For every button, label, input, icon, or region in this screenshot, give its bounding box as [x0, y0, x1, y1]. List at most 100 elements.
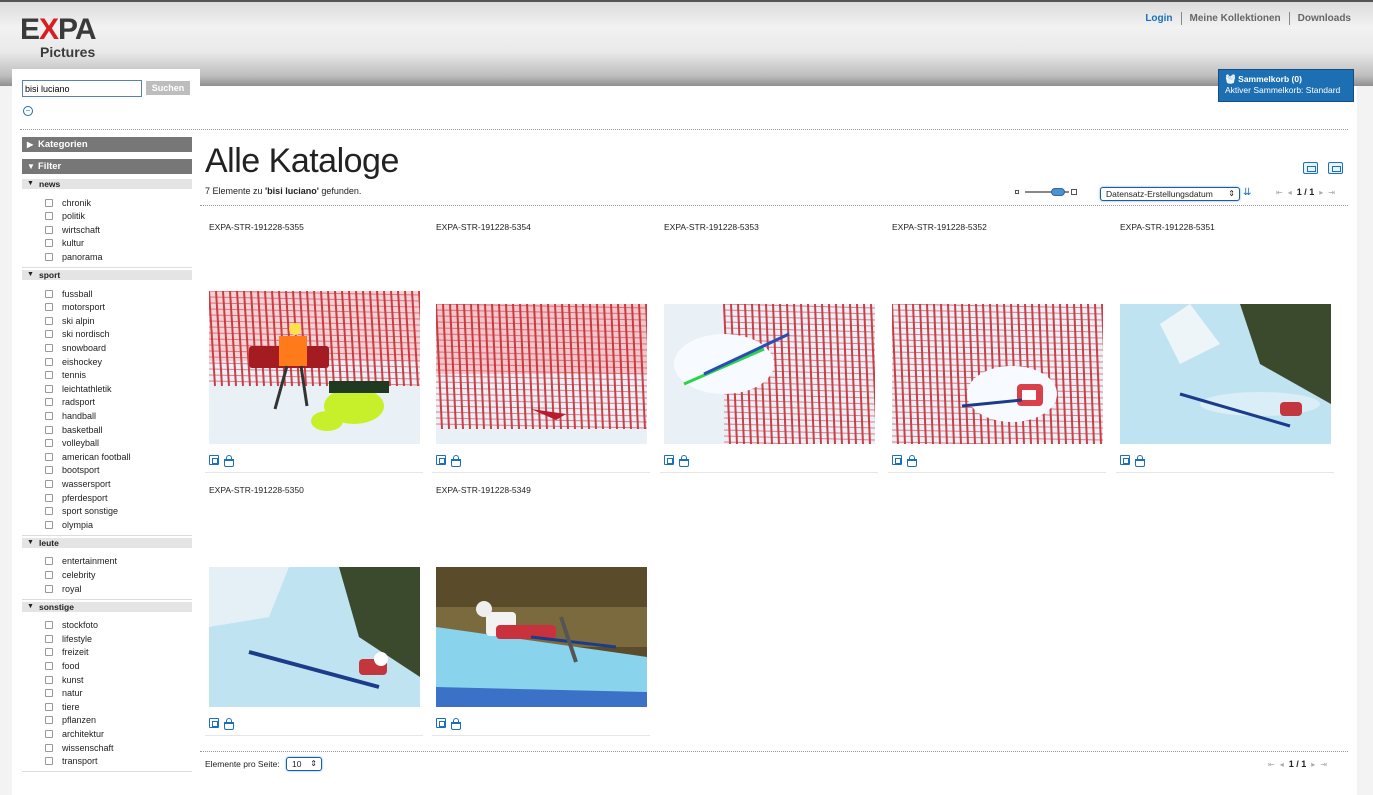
filter-item-chronik[interactable]: chronik	[45, 196, 91, 209]
filter-checkbox[interactable]	[45, 716, 53, 725]
first-page-icon[interactable]: ⇤	[1276, 188, 1283, 197]
filter-checkbox[interactable]	[45, 252, 53, 261]
filter-checkbox[interactable]	[45, 212, 53, 221]
preview-icon[interactable]	[436, 718, 446, 728]
add-to-cart-icon[interactable]	[906, 455, 917, 467]
filter-checkbox[interactable]	[45, 225, 53, 234]
filter-item-panorama[interactable]: panorama	[45, 250, 103, 263]
filter-item-royal[interactable]: royal	[45, 582, 82, 595]
add-all-to-cart-icon[interactable]	[1328, 162, 1343, 174]
add-to-cart-icon[interactable]	[678, 455, 689, 467]
filter-checkbox[interactable]	[45, 357, 53, 366]
filter-item-olympia[interactable]: olympia	[45, 518, 93, 531]
next-page-icon[interactable]: ▸	[1319, 188, 1323, 197]
result-id[interactable]: EXPA-STR-191228-5354	[436, 222, 531, 232]
add-to-cart-icon[interactable]	[223, 455, 234, 467]
filter-checkbox[interactable]	[45, 425, 53, 434]
my-collections-link[interactable]: Meine Kollektionen	[1180, 12, 1289, 25]
filter-checkbox[interactable]	[45, 384, 53, 393]
result-card[interactable]: EXPA-STR-191228-5354	[432, 222, 650, 484]
filter-checkbox[interactable]	[45, 729, 53, 738]
filter-checkbox[interactable]	[45, 570, 53, 579]
result-id[interactable]: EXPA-STR-191228-5352	[892, 222, 987, 232]
result-card[interactable]: EXPA-STR-191228-5349	[432, 485, 650, 747]
filter-item-entertainment[interactable]: entertainment	[45, 555, 117, 568]
first-page-icon[interactable]: ⇤	[1268, 760, 1275, 769]
preview-icon[interactable]	[664, 455, 674, 465]
filter-item-bootsport[interactable]: bootsport	[45, 464, 100, 477]
result-card[interactable]: EXPA-STR-191228-5350	[205, 485, 423, 747]
add-to-collection-icon[interactable]	[1303, 162, 1318, 174]
result-thumbnail[interactable]	[892, 304, 1103, 444]
filter-group-sport[interactable]: ▼ sport	[22, 270, 192, 280]
filter-item-american-football[interactable]: american football	[45, 450, 131, 463]
filter-checkbox[interactable]	[45, 757, 53, 766]
preview-icon[interactable]	[1120, 455, 1130, 465]
filter-checkbox[interactable]	[45, 634, 53, 643]
add-to-cart-icon[interactable]	[1134, 455, 1145, 467]
filter-item-snowboard[interactable]: snowboard	[45, 341, 106, 354]
search-button[interactable]: Suchen	[146, 81, 190, 95]
result-thumbnail[interactable]	[209, 567, 420, 707]
filter-checkbox[interactable]	[45, 675, 53, 684]
result-card[interactable]: EXPA-STR-191228-5352	[888, 222, 1106, 484]
result-thumbnail[interactable]	[436, 304, 647, 444]
last-page-icon[interactable]: ⇥	[1320, 760, 1327, 769]
filter-checkbox[interactable]	[45, 289, 53, 298]
prev-page-icon[interactable]: ◂	[1288, 188, 1292, 197]
filter-item-politik[interactable]: politik	[45, 210, 85, 223]
filter-checkbox[interactable]	[45, 371, 53, 380]
downloads-link[interactable]: Downloads	[1288, 12, 1359, 25]
filter-checkbox[interactable]	[45, 507, 53, 516]
filter-header[interactable]: ▼ Filter	[22, 159, 192, 174]
search-input[interactable]	[22, 80, 142, 97]
filter-item-wirtschaft[interactable]: wirtschaft	[45, 223, 100, 236]
filter-item-wissenschaft[interactable]: wissenschaft	[45, 741, 114, 754]
expa-logo[interactable]: EXPA Pictures	[20, 14, 112, 62]
sort-direction-icon[interactable]: ⇊	[1243, 187, 1251, 198]
filter-item-volleyball[interactable]: volleyball	[45, 437, 99, 450]
filter-group-leute[interactable]: ▼ leute	[22, 537, 192, 548]
filter-checkbox[interactable]	[45, 648, 53, 657]
result-card[interactable]: EXPA-STR-191228-5355	[205, 222, 423, 484]
result-thumbnail[interactable]	[1120, 304, 1331, 444]
filter-checkbox[interactable]	[45, 239, 53, 248]
cart-box[interactable]: 🧺︎ Sammelkorb (0) Aktiver Sammelkorb: St…	[1218, 69, 1354, 102]
result-thumbnail[interactable]	[436, 567, 647, 707]
result-id[interactable]: EXPA-STR-191228-5353	[664, 222, 759, 232]
filter-checkbox[interactable]	[45, 411, 53, 420]
filter-checkbox[interactable]	[45, 743, 53, 752]
preview-icon[interactable]	[892, 455, 902, 465]
add-to-cart-icon[interactable]	[223, 718, 234, 730]
filter-item-transport[interactable]: transport	[45, 755, 98, 768]
thumbnail-size-slider[interactable]	[1015, 188, 1079, 196]
slider-handle[interactable]	[1051, 188, 1065, 196]
filter-checkbox[interactable]	[45, 479, 53, 488]
filter-checkbox[interactable]	[45, 343, 53, 352]
preview-icon[interactable]	[209, 718, 219, 728]
filter-item-ski-alpin[interactable]: ski alpin	[45, 314, 95, 327]
preview-icon[interactable]	[209, 455, 219, 465]
filter-group-sonstige[interactable]: ▼ sonstige	[22, 601, 192, 612]
filter-item-kultur[interactable]: kultur	[45, 237, 84, 250]
filter-item-architektur[interactable]: architektur	[45, 727, 104, 740]
result-card[interactable]: EXPA-STR-191228-5353	[660, 222, 878, 484]
filter-checkbox[interactable]	[45, 493, 53, 502]
filter-checkbox[interactable]	[45, 398, 53, 407]
filter-item-pferdesport[interactable]: pferdesport	[45, 491, 108, 504]
filter-item-natur[interactable]: natur	[45, 687, 83, 700]
filter-checkbox[interactable]	[45, 584, 53, 593]
filter-item-kunst[interactable]: kunst	[45, 673, 84, 686]
filter-item-basketball[interactable]: basketball	[45, 423, 103, 436]
filter-item-wassersport[interactable]: wassersport	[45, 477, 111, 490]
filter-item-fussball[interactable]: fussball	[45, 287, 93, 300]
result-id[interactable]: EXPA-STR-191228-5349	[436, 485, 531, 495]
last-page-icon[interactable]: ⇥	[1328, 188, 1335, 197]
filter-checkbox[interactable]	[45, 303, 53, 312]
add-to-cart-icon[interactable]	[450, 455, 461, 467]
result-id[interactable]: EXPA-STR-191228-5355	[209, 222, 304, 232]
filter-item-food[interactable]: food	[45, 659, 80, 672]
filter-checkbox[interactable]	[45, 439, 53, 448]
next-page-icon[interactable]: ▸	[1311, 760, 1315, 769]
per-page-select[interactable]: 10 ⇕	[286, 757, 322, 771]
